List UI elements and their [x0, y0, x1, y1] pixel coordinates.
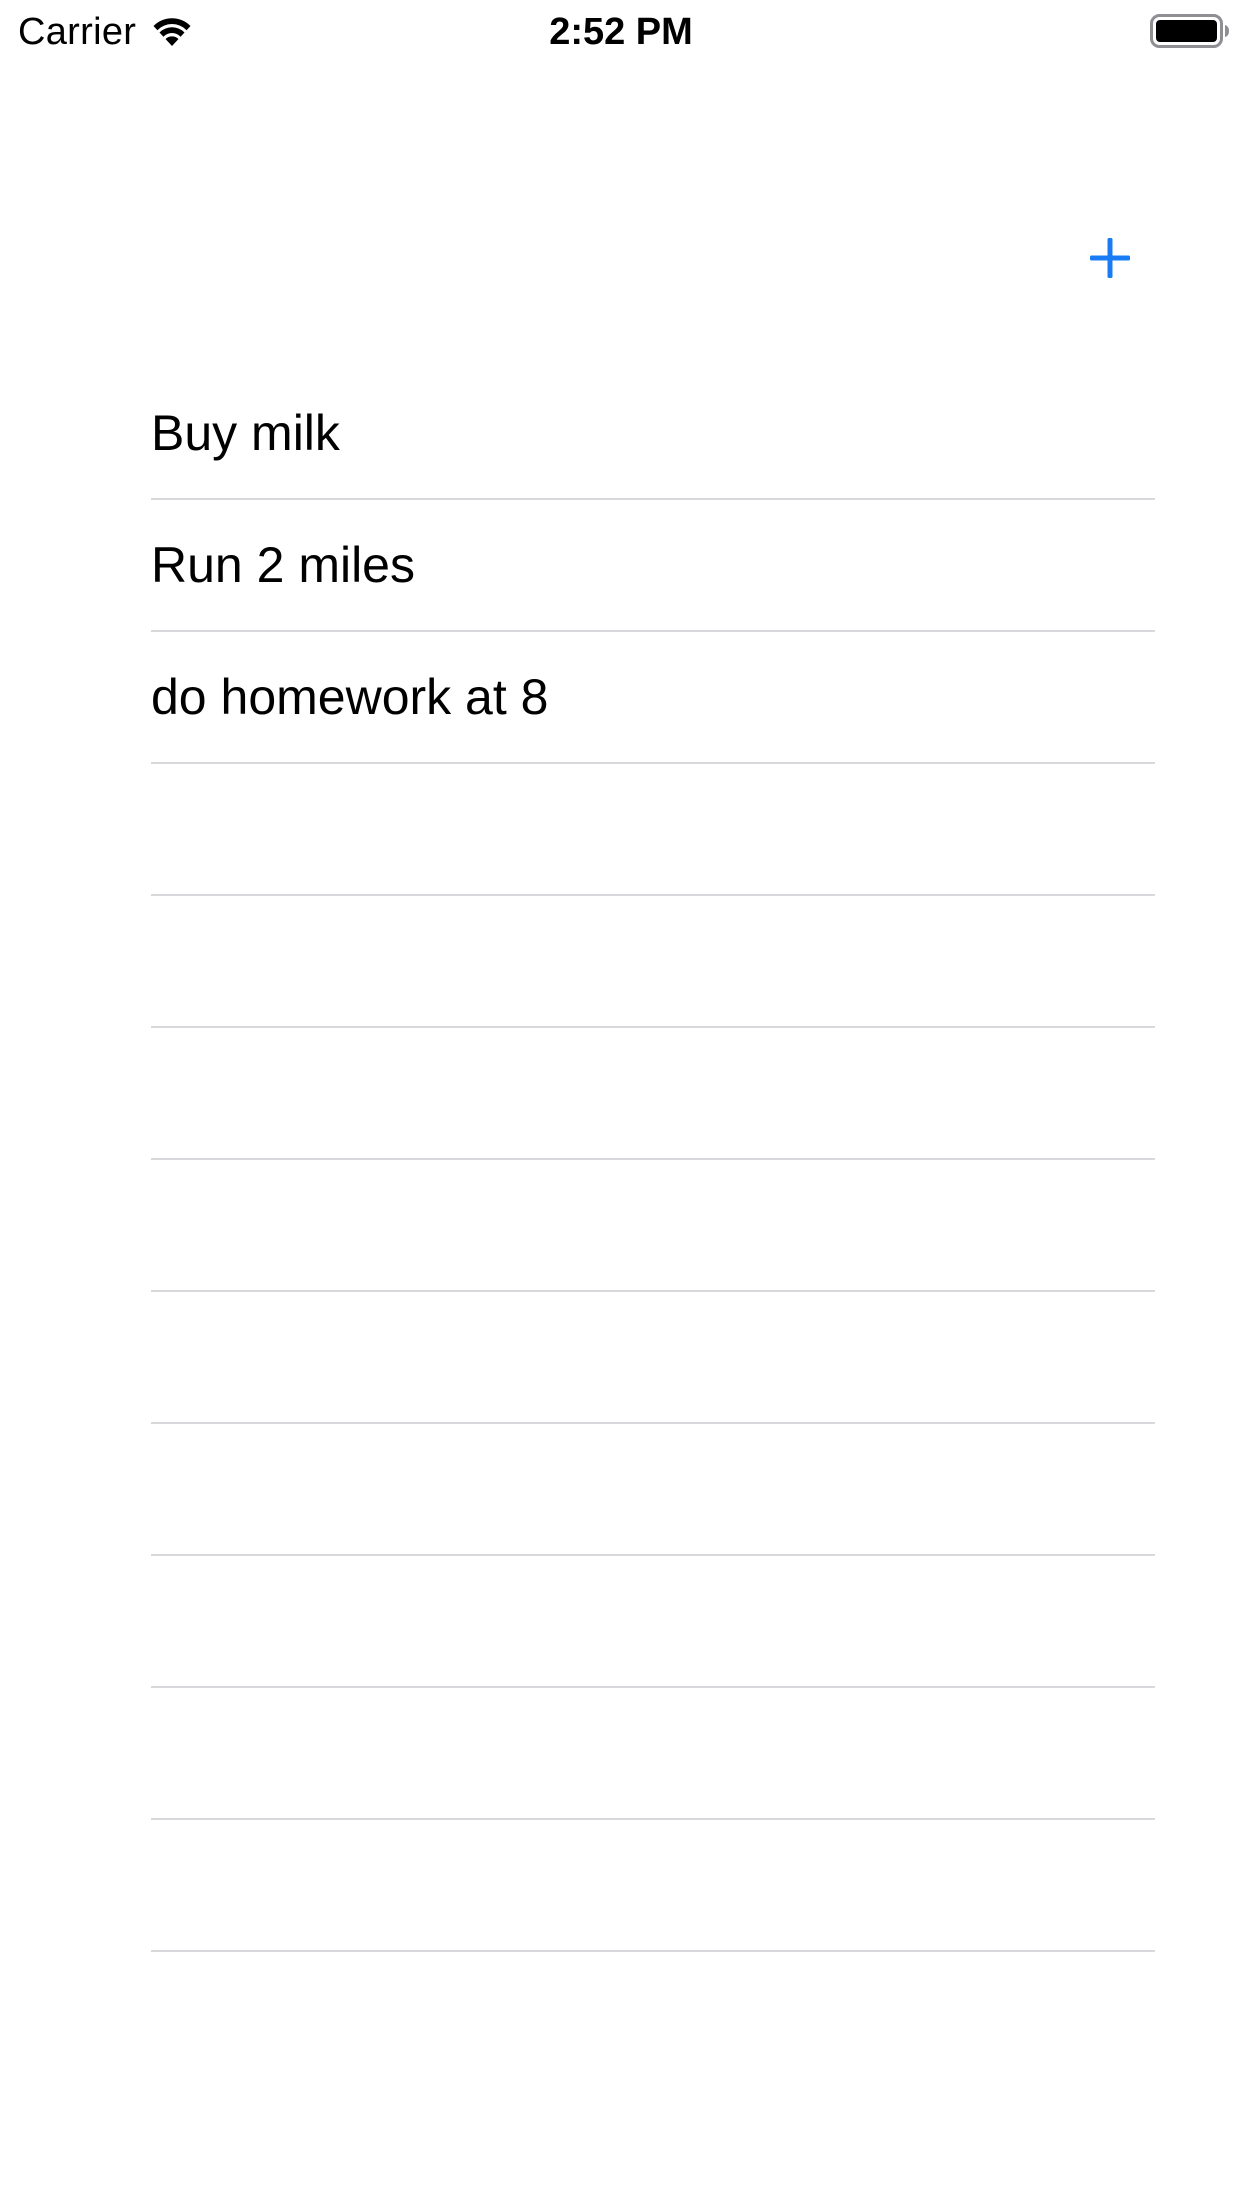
status-time: 2:52 PM	[549, 11, 693, 53]
empty-row[interactable]	[151, 896, 1155, 1028]
add-task-button[interactable]	[1088, 236, 1132, 280]
task-label: Run 2 miles	[151, 537, 415, 593]
task-label: Buy milk	[151, 405, 340, 461]
empty-row[interactable]	[151, 1820, 1155, 1952]
empty-row[interactable]	[151, 1424, 1155, 1556]
empty-row[interactable]	[151, 1292, 1155, 1424]
empty-row[interactable]	[151, 764, 1155, 896]
task-row[interactable]: do homework at 8	[151, 632, 1155, 764]
status-bar: Carrier 2:52 PM	[0, 0, 1242, 60]
task-list: Buy milk Run 2 miles do homework at 8	[151, 368, 1155, 1952]
empty-row[interactable]	[151, 1028, 1155, 1160]
empty-row[interactable]	[151, 1556, 1155, 1688]
task-label: do homework at 8	[151, 669, 549, 725]
plus-icon	[1090, 238, 1130, 278]
empty-row[interactable]	[151, 1160, 1155, 1292]
task-row[interactable]: Buy milk	[151, 368, 1155, 500]
task-row[interactable]: Run 2 miles	[151, 500, 1155, 632]
empty-row[interactable]	[151, 1688, 1155, 1820]
battery-icon	[1150, 14, 1229, 48]
